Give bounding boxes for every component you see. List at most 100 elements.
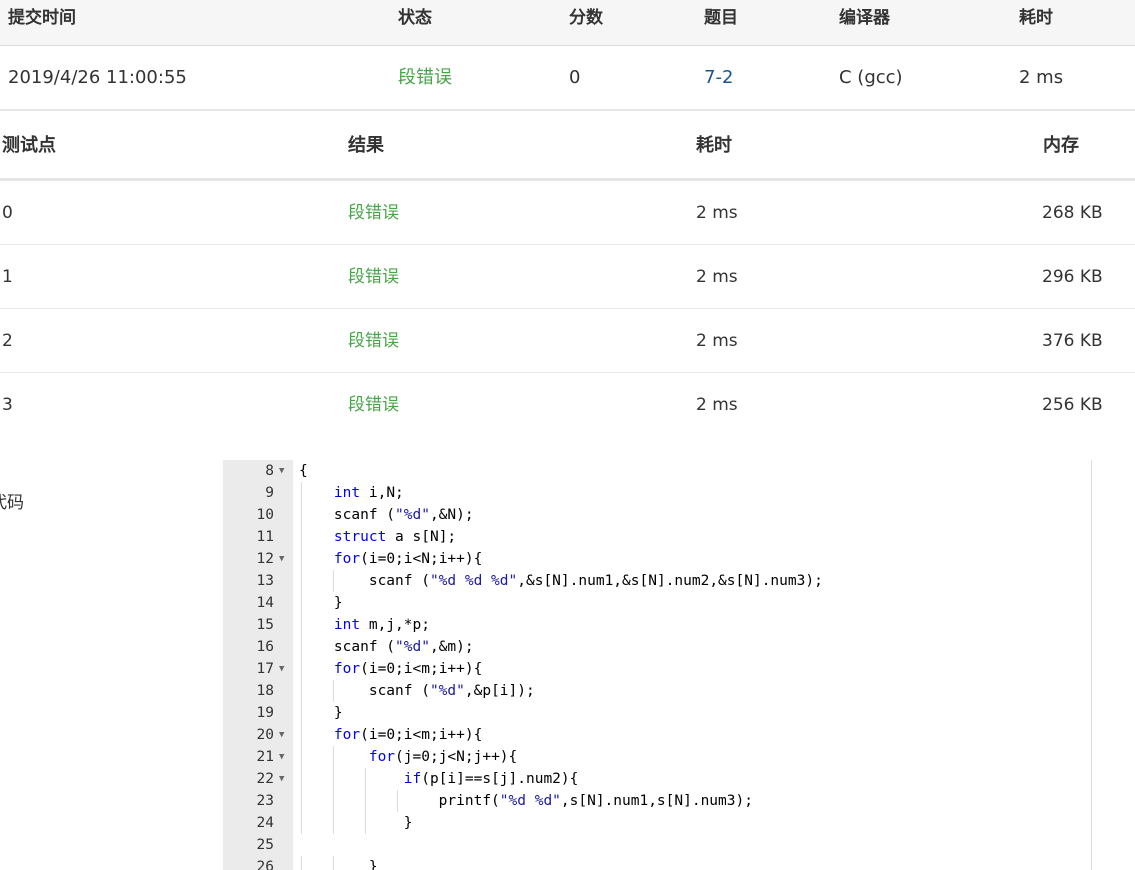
test-id: 1 [2, 267, 13, 287]
score-value: 0 [569, 67, 581, 88]
code-label-text: 代码 [0, 493, 24, 513]
test-memory: 268 KB [1042, 203, 1103, 223]
code-text: for(j=0;j<N;j++){ [368, 749, 518, 765]
header-compiler: 编译器 [839, 8, 890, 28]
code-text: scanf ("%d",&m); [299, 639, 474, 655]
test-memory: 376 KB [1042, 331, 1103, 351]
header-result: 结果 [348, 135, 384, 156]
line-number: 18 [256, 683, 274, 699]
code-line: 18 scanf ("%d",&p[i]); [223, 680, 1091, 702]
header-test-point: 测试点 [2, 135, 56, 156]
test-time: 2 ms [696, 331, 738, 351]
line-number: 10 [256, 507, 274, 523]
code-text: int m,j,*p; [333, 617, 430, 633]
code-text: } [299, 595, 343, 611]
submit-time: 2019/4/26 11:00:55 [8, 67, 187, 88]
header-memory: 内存 [1043, 135, 1079, 156]
code-text: for(i=0;i<m;i++){ [333, 727, 483, 743]
tests-table-header: 测试点 结果 耗时 内存 [0, 111, 1135, 181]
test-memory: 256 KB [1042, 395, 1103, 415]
code-editor[interactable]: 8 ▼{9 int i,N; 10 scanf ("%d",&N); 11 struc… [223, 460, 1092, 870]
code-line: 26 } [223, 856, 1091, 870]
status-badge: 段错误 [398, 67, 452, 88]
fold-toggle-icon[interactable]: ▼ [279, 746, 284, 768]
line-number: 11 [256, 529, 274, 545]
code-line: 23 printf("%d %d",s[N].num1,s[N].num3); [223, 790, 1091, 812]
line-number: 21 [256, 749, 274, 765]
test-result: 段错误 [348, 395, 399, 415]
test-result: 段错误 [348, 203, 399, 223]
line-number: 26 [256, 859, 274, 870]
submission-row: 2019/4/26 11:00:55 段错误 0 7-2 C (gcc) 2 m… [0, 46, 1135, 111]
code-line: 16 scanf ("%d",&m); [223, 636, 1091, 658]
code-text: scanf ("%d",&N); [299, 507, 474, 523]
table-row: 1 段错误 2 ms 296 KB [0, 245, 1135, 309]
code-text: { [299, 463, 308, 479]
line-number: 19 [256, 705, 274, 721]
fold-toggle-icon[interactable]: ▼ [279, 724, 284, 746]
fold-toggle-icon[interactable]: ▼ [279, 658, 284, 680]
code-line: 20 ▼ for(i=0;i<m;i++){ [223, 724, 1091, 746]
line-number: 20 [256, 727, 274, 743]
line-number: 15 [256, 617, 274, 633]
line-number: 16 [256, 639, 274, 655]
code-text: int i,N; [333, 485, 404, 501]
code-text: for(i=0;i<m;i++){ [333, 661, 483, 677]
test-result: 段错误 [348, 331, 399, 351]
code-text: for(i=0;i<N;i++){ [333, 551, 483, 567]
header-duration: 耗时 [1019, 8, 1053, 28]
duration-value: 2 ms [1019, 67, 1064, 88]
line-number: 25 [256, 837, 274, 853]
test-time: 2 ms [696, 203, 738, 223]
code-line: 24 } [223, 812, 1091, 834]
table-row: 2 段错误 2 ms 376 KB [0, 309, 1135, 373]
code-line: 11 struct a s[N]; [223, 526, 1091, 548]
line-number: 14 [256, 595, 274, 611]
code-line: 19 } [223, 702, 1091, 724]
submission-table-header: 提交时间 状态 分数 题目 编译器 耗时 [0, 0, 1135, 46]
header-submit-time: 提交时间 [8, 8, 76, 28]
code-text: printf("%d %d",s[N].num1,s[N].num3); [299, 793, 753, 809]
code-text: scanf ("%d %d %d",&s[N].num1,&s[N].num2,… [299, 573, 823, 589]
fold-toggle-icon[interactable]: ▼ [279, 460, 284, 482]
header-time: 耗时 [696, 135, 732, 156]
fold-toggle-icon[interactable]: ▼ [279, 548, 284, 570]
code-line: 22 ▼ if(p[i]==s[j].num2){ [223, 768, 1091, 790]
code-line: 15 int m,j,*p; [223, 614, 1091, 636]
line-number: 9 [265, 485, 274, 501]
line-number: 13 [256, 573, 274, 589]
test-id: 3 [2, 395, 13, 415]
line-number: 22 [256, 771, 274, 787]
code-line: 25 [223, 834, 1091, 856]
test-result: 段错误 [348, 267, 399, 287]
problem-link[interactable]: 7-2 [704, 66, 733, 90]
code-text: } [299, 705, 343, 721]
code-text: if(p[i]==s[j].num2){ [403, 771, 579, 787]
compiler-value: C (gcc) [839, 67, 903, 88]
code-line: 9 int i,N; [223, 482, 1091, 504]
line-number: 23 [256, 793, 274, 809]
test-id: 0 [2, 203, 13, 223]
line-number: 17 [256, 661, 274, 677]
code-text: } [299, 859, 378, 870]
code-text: scanf ("%d",&p[i]); [299, 683, 535, 699]
test-time: 2 ms [696, 395, 738, 415]
header-score: 分数 [569, 8, 603, 28]
line-number: 24 [256, 815, 274, 831]
code-line: 13 scanf ("%d %d %d",&s[N].num1,&s[N].nu… [223, 570, 1091, 592]
code-line: 10 scanf ("%d",&N); [223, 504, 1091, 526]
code-line: 17 ▼ for(i=0;i<m;i++){ [223, 658, 1091, 680]
fold-toggle-icon[interactable]: ▼ [279, 768, 284, 790]
test-memory: 296 KB [1042, 267, 1103, 287]
code-text: struct a s[N]; [333, 529, 457, 545]
line-number: 8 [265, 463, 274, 479]
code-label: 代码 [0, 488, 24, 513]
table-row: 3 段错误 2 ms 256 KB [0, 373, 1135, 436]
test-time: 2 ms [696, 267, 738, 287]
code-line: 12 ▼ for(i=0;i<N;i++){ [223, 548, 1091, 570]
line-number: 12 [256, 551, 274, 567]
code-line: 8 ▼ { [223, 460, 1091, 482]
code-line: 21 ▼ for(j=0;j<N;j++){ [223, 746, 1091, 768]
code-line: 14 } [223, 592, 1091, 614]
test-id: 2 [2, 331, 13, 351]
